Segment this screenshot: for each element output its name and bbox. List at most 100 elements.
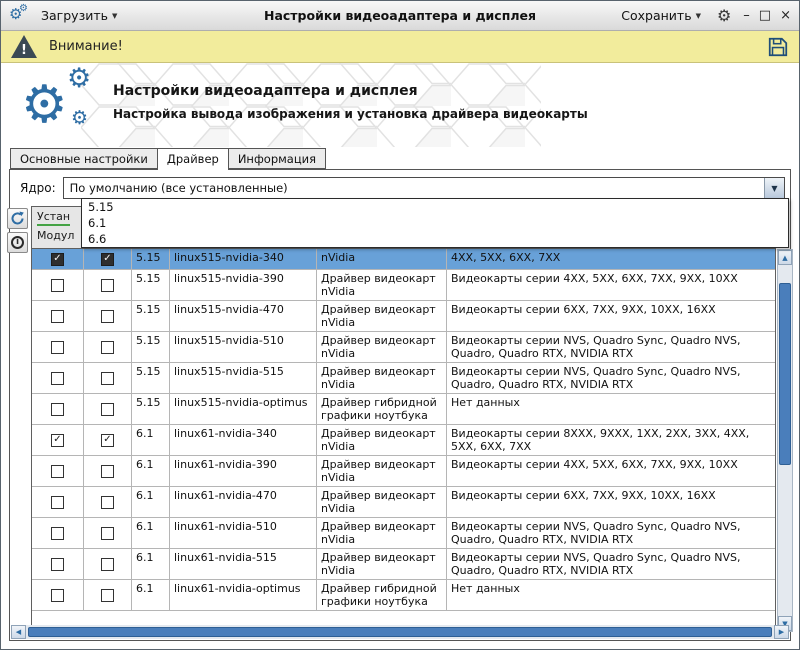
installed-cell (32, 394, 84, 424)
save-button[interactable]: Сохранить ▼ (617, 6, 705, 25)
kernel-option[interactable]: 6.6 (82, 231, 788, 247)
installed-cell (32, 549, 84, 579)
save-button-label: Сохранить (621, 8, 691, 23)
app-gears-icon: ⚙⚙ (9, 6, 31, 26)
module-checkbox[interactable] (101, 341, 114, 354)
horizontal-scroll-track[interactable] (26, 625, 774, 639)
table-row[interactable]: 5.15linux515-nvidia-470Драйвер видеокарт… (32, 301, 775, 332)
installed-checkbox[interactable] (51, 279, 64, 292)
kernel-cell: 5.15 (132, 249, 170, 269)
installed-checkbox[interactable] (51, 372, 64, 385)
installed-cell (32, 363, 84, 393)
maximize-button[interactable]: □ (759, 9, 771, 22)
kernel-dropdown-popup: 5.156.16.6 (81, 198, 789, 248)
installed-checkbox[interactable] (51, 403, 64, 416)
vertical-scroll-thumb[interactable] (779, 283, 791, 465)
installed-checkbox[interactable] (51, 341, 64, 354)
module-name-cell: linux61-nvidia-340 (170, 425, 317, 455)
table-row[interactable]: 5.15linux515-nvidia-optimusДрайвер гибри… (32, 394, 775, 425)
refresh-button[interactable] (7, 208, 28, 229)
module-checkbox[interactable] (101, 403, 114, 416)
kernel-combobox[interactable]: По умолчанию (все установленные) ▼ (63, 177, 785, 199)
table-body: 5.15linux515-nvidia-340nVidia4XX, 5XX, 6… (32, 249, 775, 611)
kernel-option[interactable]: 6.1 (82, 215, 788, 231)
installed-checkbox[interactable] (51, 527, 64, 540)
table-row[interactable]: 6.1linux61-nvidia-510Драйвер видеокарт n… (32, 518, 775, 549)
scroll-left-button[interactable]: ◀ (11, 625, 26, 639)
description-cell: Драйвер видеокарт nVidia (317, 487, 447, 517)
description-cell: Драйвер видеокарт nVidia (317, 456, 447, 486)
minimize-button[interactable]: – (743, 9, 750, 22)
description-cell: Драйвер гибридной графики ноутбука (317, 580, 447, 610)
combobox-dropdown-button[interactable]: ▼ (764, 178, 784, 198)
module-loaded-cell (84, 456, 132, 486)
refresh-icon (10, 211, 25, 226)
horizontal-scrollbar[interactable]: ◀ ▶ (11, 625, 789, 639)
installed-checkbox[interactable] (51, 589, 64, 602)
module-checkbox[interactable] (101, 279, 114, 292)
module-checkbox[interactable] (101, 558, 114, 571)
installed-checkbox[interactable] (51, 496, 64, 509)
installed-cell (32, 580, 84, 610)
save-floppy-icon[interactable] (767, 36, 789, 58)
table-row[interactable]: 6.1linux61-nvidia-515Драйвер видеокарт n… (32, 549, 775, 580)
header-installed: Устан (37, 210, 70, 226)
table-row[interactable]: 6.1linux61-nvidia-optimusДрайвер гибридн… (32, 580, 775, 611)
kernel-cell: 5.15 (132, 363, 170, 393)
page-title: Настройки видеоадаптера и дисплея (113, 83, 418, 99)
kernel-cell: 6.1 (132, 549, 170, 579)
kernel-option[interactable]: 5.15 (82, 199, 788, 215)
chevron-down-icon: ▼ (771, 184, 777, 193)
gears-logo-icon: ⚙⚙⚙ (21, 65, 113, 143)
kernel-combobox-value: По умолчанию (все установленные) (64, 178, 784, 198)
module-checkbox[interactable] (101, 496, 114, 509)
kernel-cell: 6.1 (132, 580, 170, 610)
table-row[interactable]: 5.15linux515-nvidia-515Драйвер видеокарт… (32, 363, 775, 394)
module-loaded-cell (84, 580, 132, 610)
hexagon-pattern-background (81, 63, 541, 147)
installed-cell (32, 270, 84, 300)
module-checkbox[interactable] (101, 372, 114, 385)
table-row[interactable]: 5.15linux515-nvidia-390Драйвер видеокарт… (32, 270, 775, 301)
installed-cell (32, 332, 84, 362)
module-loaded-cell (84, 332, 132, 362)
table-row[interactable]: 5.15linux515-nvidia-340nVidia4XX, 5XX, 6… (32, 249, 775, 270)
module-checkbox[interactable] (101, 434, 114, 447)
installed-checkbox[interactable] (51, 253, 64, 266)
kernel-cell: 6.1 (132, 487, 170, 517)
installed-checkbox[interactable] (51, 465, 64, 478)
module-checkbox[interactable] (101, 253, 114, 266)
tab-info[interactable]: Информация (228, 148, 326, 169)
kernel-cell: 6.1 (132, 518, 170, 548)
warning-text: Внимание! (49, 39, 123, 54)
module-checkbox[interactable] (101, 310, 114, 323)
kernel-cell: 6.1 (132, 425, 170, 455)
horizontal-scroll-thumb[interactable] (28, 627, 772, 637)
module-checkbox[interactable] (101, 589, 114, 602)
supported-cards-cell: Видеокарты серии NVS, Quadro Sync, Quadr… (447, 518, 775, 548)
load-button[interactable]: Загрузить ▼ (37, 6, 121, 25)
scroll-right-button[interactable]: ▶ (774, 625, 789, 639)
tab-main[interactable]: Основные настройки (10, 148, 158, 169)
close-button[interactable]: × (780, 9, 791, 22)
app-window: ⚙⚙ Загрузить ▼ Настройки видеоадаптера и… (0, 0, 800, 650)
installed-checkbox[interactable] (51, 310, 64, 323)
module-name-cell: linux61-nvidia-390 (170, 456, 317, 486)
module-checkbox[interactable] (101, 527, 114, 540)
module-name-cell: linux515-nvidia-340 (170, 249, 317, 269)
module-checkbox[interactable] (101, 465, 114, 478)
info-button[interactable]: i (7, 232, 28, 253)
table-row[interactable]: 6.1linux61-nvidia-340Драйвер видеокарт n… (32, 425, 775, 456)
table-row[interactable]: 6.1linux61-nvidia-390Драйвер видеокарт n… (32, 456, 775, 487)
tab-driver[interactable]: Драйвер (157, 148, 229, 170)
installed-checkbox[interactable] (51, 558, 64, 571)
scroll-up-button[interactable]: ▲ (778, 250, 792, 265)
module-loaded-cell (84, 270, 132, 300)
table-row[interactable]: 5.15linux515-nvidia-510Драйвер видеокарт… (32, 332, 775, 363)
vertical-scroll-track[interactable] (778, 265, 792, 616)
installed-checkbox[interactable] (51, 434, 64, 447)
table-row[interactable]: 6.1linux61-nvidia-470Драйвер видеокарт n… (32, 487, 775, 518)
vertical-scrollbar[interactable]: ▲ ▼ (777, 249, 793, 632)
arrow-left-icon: ◀ (16, 628, 21, 636)
settings-gear-icon[interactable]: ⚙ (717, 8, 731, 24)
